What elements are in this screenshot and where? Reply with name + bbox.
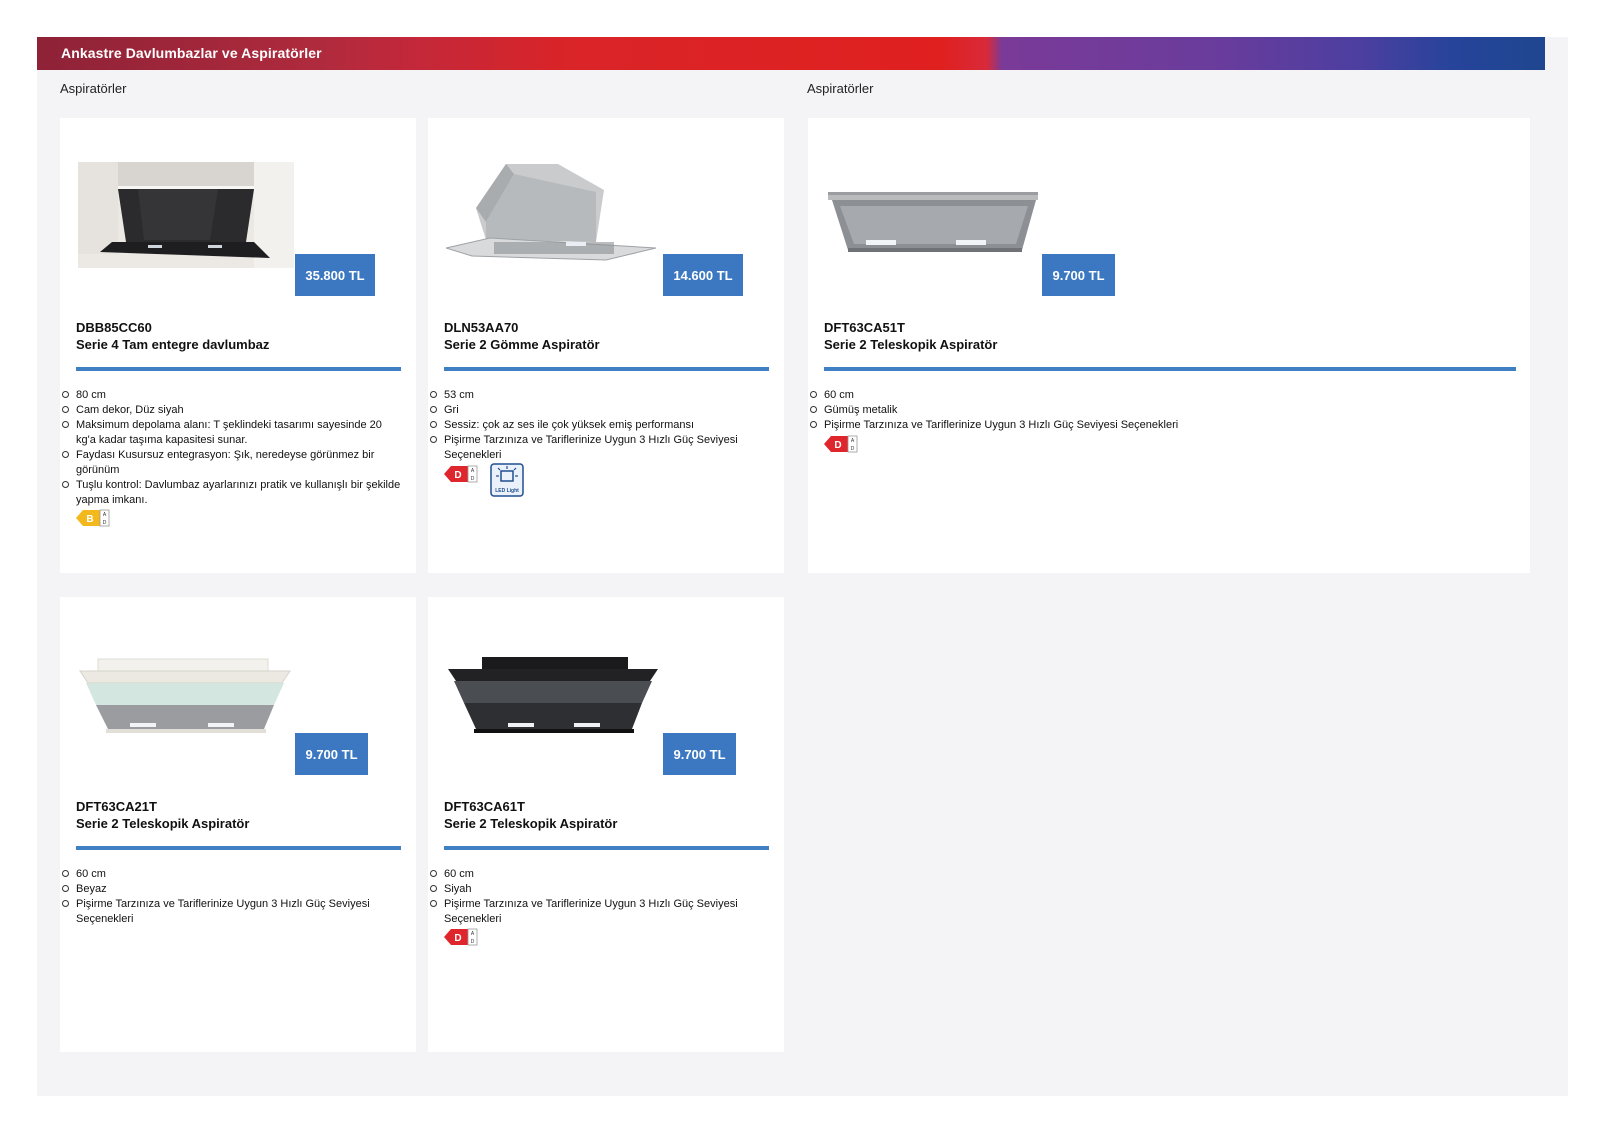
price-badge: 9.700 TL bbox=[1042, 254, 1115, 296]
svg-text:D: D bbox=[851, 446, 855, 452]
feature-item: Sessiz: çok az ses ile çok yüksek emiş p… bbox=[430, 418, 769, 433]
divider bbox=[76, 846, 401, 850]
price-badge: 35.800 TL bbox=[295, 254, 375, 296]
product-name[interactable]: Serie 2 Teleskopik Aspiratör bbox=[824, 337, 997, 352]
product-card[interactable]: 9.700 TL DFT63CA21T Serie 2 Teleskopik A… bbox=[60, 597, 416, 1052]
feature-list: 60 cm Siyah Pişirme Tarzınıza ve Tarifle… bbox=[430, 867, 769, 927]
feature-item: Gümüş metalik bbox=[810, 403, 1516, 418]
energy-label-icon[interactable]: D A D bbox=[444, 463, 478, 485]
divider bbox=[444, 846, 769, 850]
product-card[interactable]: 14.600 TL DLN53AA70 Serie 2 Gömme Aspira… bbox=[428, 118, 784, 573]
divider bbox=[824, 367, 1516, 371]
svg-text:LED Light: LED Light bbox=[495, 488, 519, 494]
feature-item: 60 cm bbox=[810, 388, 1516, 403]
section-label-right: Aspiratörler bbox=[807, 81, 874, 96]
divider bbox=[76, 367, 401, 371]
product-name[interactable]: Serie 2 Gömme Aspiratör bbox=[444, 337, 600, 352]
svg-text:B: B bbox=[86, 514, 93, 525]
badge-row: D A D LED Light bbox=[444, 463, 524, 497]
product-model[interactable]: DFT63CA61T bbox=[444, 799, 525, 814]
feature-list: 80 cm Cam dekor, Düz siyah Maksimum depo… bbox=[62, 388, 401, 508]
badge-row: D A D bbox=[444, 926, 478, 948]
price-badge: 9.700 TL bbox=[663, 733, 736, 775]
banner-title: Ankastre Davlumbazlar ve Aspiratörler bbox=[61, 45, 322, 61]
energy-label-icon[interactable]: D A D bbox=[444, 926, 478, 948]
telescopic-hood-white-image bbox=[79, 658, 291, 733]
product-model[interactable]: DFT63CA21T bbox=[76, 799, 157, 814]
product-model[interactable]: DFT63CA51T bbox=[824, 320, 905, 335]
feature-item: Pişirme Tarzınıza ve Tariflerinize Uygun… bbox=[430, 897, 769, 927]
badge-row: B A D bbox=[76, 507, 110, 529]
svg-text:D: D bbox=[834, 440, 841, 451]
svg-text:D: D bbox=[103, 520, 107, 526]
feature-item: Cam dekor, Düz siyah bbox=[62, 403, 401, 418]
product-card[interactable]: 9.700 TL DFT63CA61T Serie 2 Teleskopik A… bbox=[428, 597, 784, 1052]
feature-item: Pişirme Tarzınıza ve Tariflerinize Uygun… bbox=[810, 418, 1516, 433]
telescopic-hood-silver-image bbox=[828, 192, 1038, 252]
category-banner: Ankastre Davlumbazlar ve Aspiratörler bbox=[37, 37, 1545, 70]
feature-item: 60 cm bbox=[430, 867, 769, 882]
energy-label-icon[interactable]: B A D bbox=[76, 507, 110, 529]
price-badge: 9.700 TL bbox=[295, 733, 368, 775]
svg-text:D: D bbox=[454, 933, 461, 944]
energy-label-icon[interactable]: D A D bbox=[824, 433, 858, 455]
feature-item: Pişirme Tarzınıza ve Tariflerinize Uygun… bbox=[62, 897, 401, 927]
feature-item: Beyaz bbox=[62, 882, 401, 897]
svg-text:D: D bbox=[471, 939, 475, 945]
divider bbox=[444, 367, 769, 371]
feature-list: 53 cm Gri Sessiz: çok az ses ile çok yük… bbox=[430, 388, 769, 463]
section-label-left: Aspiratörler bbox=[60, 81, 127, 96]
svg-text:D: D bbox=[471, 476, 475, 482]
feature-list: 60 cm Beyaz Pişirme Tarzınıza ve Tarifle… bbox=[62, 867, 401, 927]
feature-item: Siyah bbox=[430, 882, 769, 897]
feature-list: 60 cm Gümüş metalik Pişirme Tarzınıza ve… bbox=[810, 388, 1516, 433]
product-name[interactable]: Serie 4 Tam entegre davlumbaz bbox=[76, 337, 269, 352]
feature-item: Faydası Kusursuz entegrasyon: Şık, nered… bbox=[62, 448, 401, 478]
feature-item: Maksimum depolama alanı: T şeklindeki ta… bbox=[62, 418, 401, 448]
feature-item: Tuşlu kontrol: Davlumbaz ayarlarınızı pr… bbox=[62, 479, 401, 506]
feature-item: Pişirme Tarzınıza ve Tariflerinize Uygun… bbox=[430, 433, 769, 463]
integrated-hood-image bbox=[78, 162, 294, 268]
price-badge: 14.600 TL bbox=[663, 254, 743, 296]
product-model[interactable]: DBB85CC60 bbox=[76, 320, 152, 335]
product-card[interactable]: 9.700 TL DFT63CA51T Serie 2 Teleskopik A… bbox=[808, 118, 1530, 573]
built-in-hood-image bbox=[446, 164, 657, 261]
product-model[interactable]: DLN53AA70 bbox=[444, 320, 518, 335]
telescopic-hood-black-image bbox=[448, 657, 658, 733]
feature-item: 80 cm bbox=[62, 388, 401, 403]
feature-item: 60 cm bbox=[62, 867, 401, 882]
feature-item: 53 cm bbox=[430, 388, 769, 403]
product-name[interactable]: Serie 2 Teleskopik Aspiratör bbox=[444, 816, 617, 831]
product-name[interactable]: Serie 2 Teleskopik Aspiratör bbox=[76, 816, 249, 831]
feature-item: Gri bbox=[430, 403, 769, 418]
led-light-icon: LED Light bbox=[490, 463, 524, 497]
svg-text:D: D bbox=[454, 470, 461, 481]
badge-row: D A D bbox=[824, 433, 858, 455]
product-card[interactable]: 35.800 TL DBB85CC60 Serie 4 Tam entegre … bbox=[60, 118, 416, 573]
